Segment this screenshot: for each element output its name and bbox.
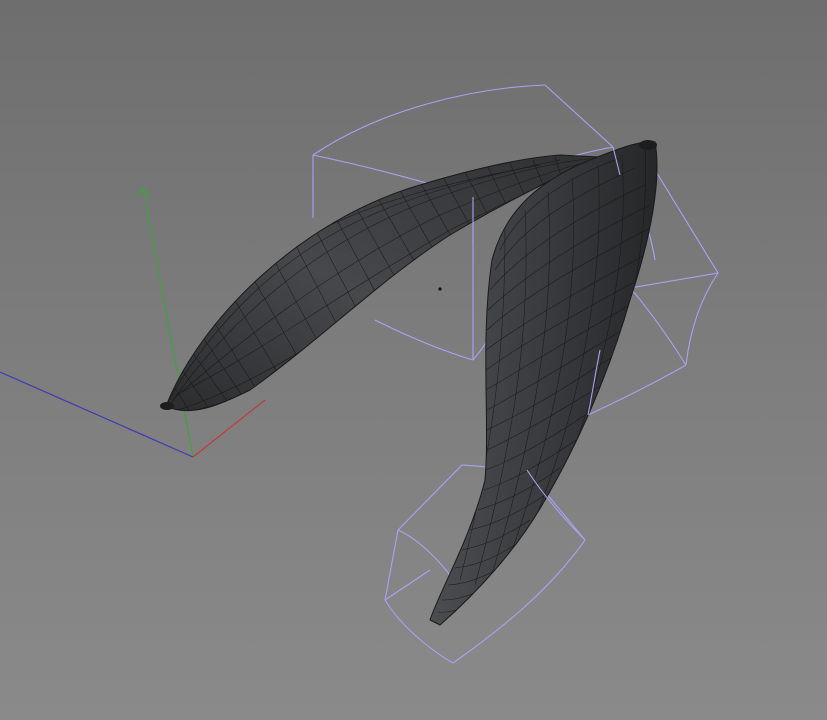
banana-left-stem-tip xyxy=(160,402,174,410)
scene-canvas[interactable] xyxy=(0,0,827,720)
y-axis-line xyxy=(142,187,194,458)
3d-viewport[interactable] xyxy=(0,0,827,720)
pivot-point[interactable] xyxy=(438,287,442,291)
banana-right-stem-tip xyxy=(639,140,657,150)
z-axis-line xyxy=(0,371,194,458)
